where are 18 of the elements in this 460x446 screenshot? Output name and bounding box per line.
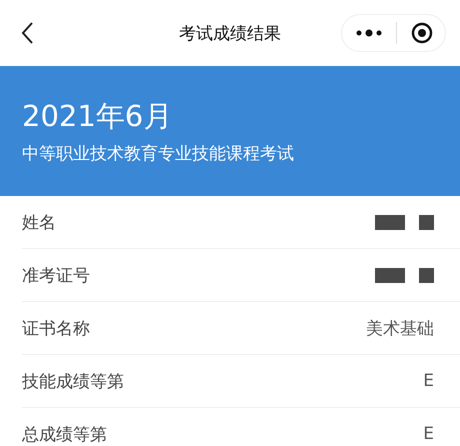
redaction-block	[375, 268, 405, 282]
more-icon[interactable]	[356, 29, 382, 37]
field-label: 总成绩等第	[22, 424, 107, 446]
field-value: E	[423, 371, 434, 391]
redaction-block	[419, 268, 434, 282]
back-icon[interactable]	[20, 21, 34, 45]
redaction-block	[375, 214, 405, 230]
field-label: 准考证号	[22, 264, 90, 286]
field-label: 技能成绩等第	[22, 370, 124, 392]
field-value: 美术基础	[366, 318, 434, 340]
page-title: 考试成绩结果	[179, 22, 281, 44]
exam-name: 中等职业技术教育专业技能课程考试	[22, 143, 295, 165]
redaction-block	[419, 214, 434, 230]
close-icon[interactable]	[411, 22, 433, 44]
field-label: 姓名	[22, 212, 56, 234]
exam-date: 2021年6月	[22, 98, 174, 134]
field-label: 证书名称	[22, 318, 90, 340]
field-value: E	[423, 424, 434, 444]
